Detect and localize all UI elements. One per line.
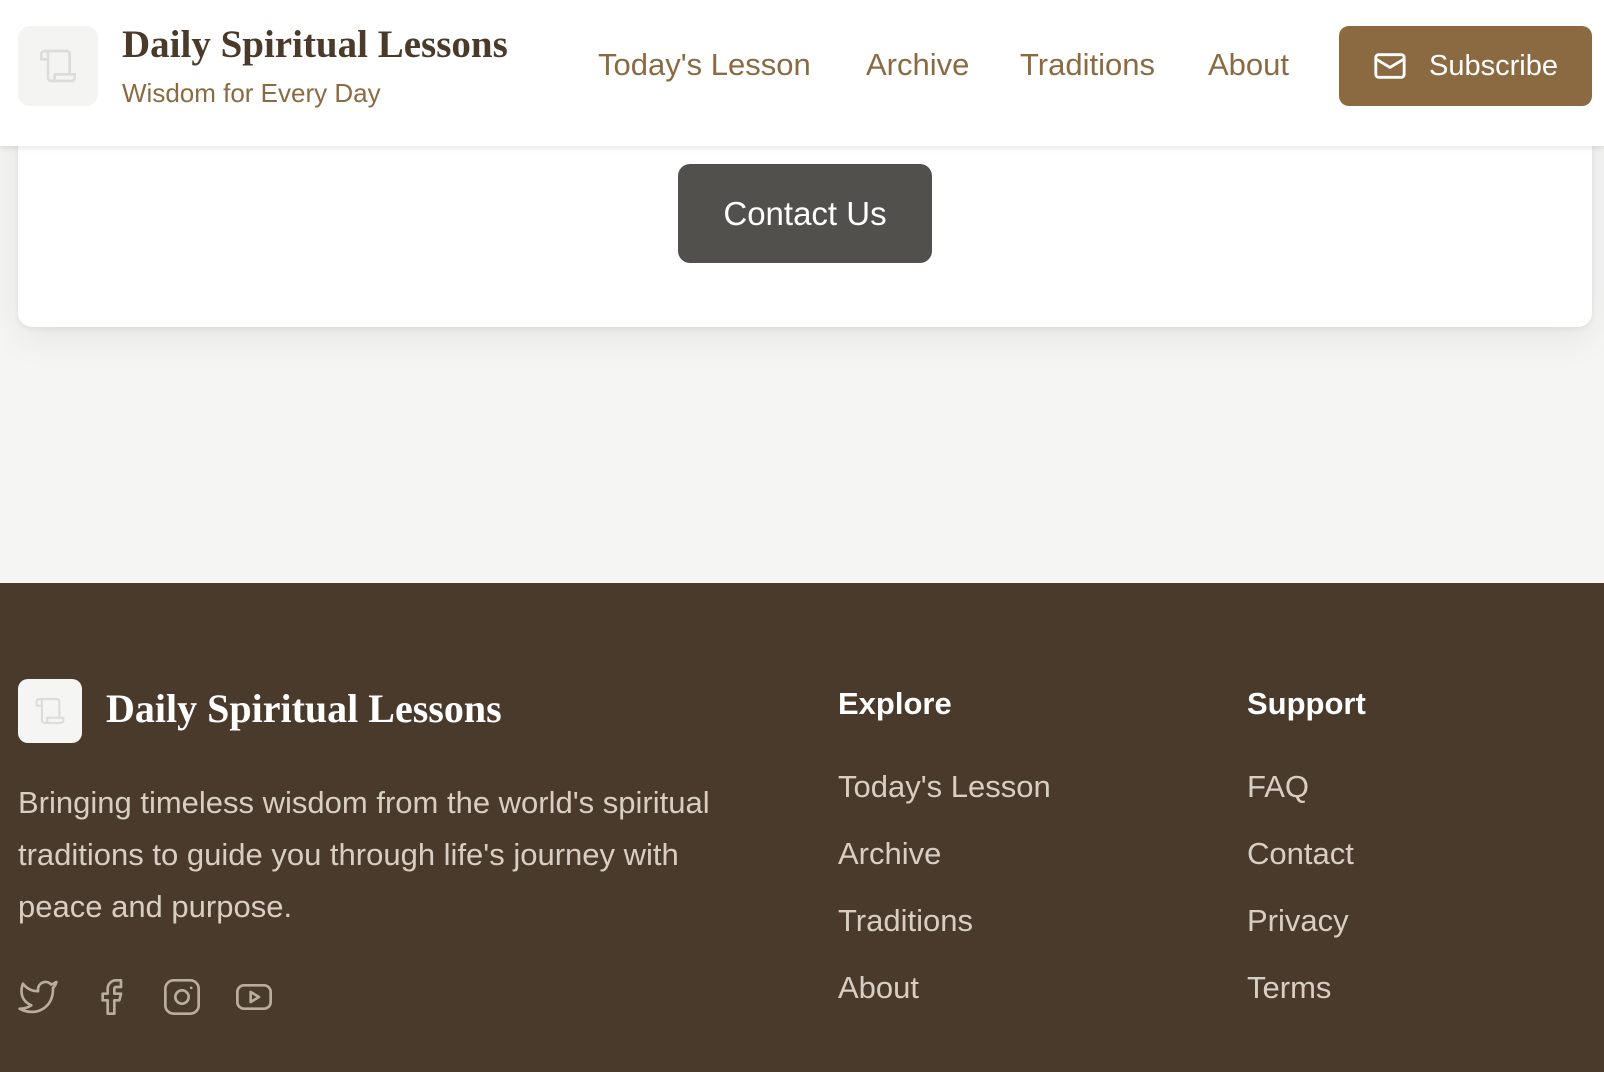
nav-archive[interactable]: Archive	[866, 47, 969, 83]
youtube-icon[interactable]	[234, 977, 274, 1017]
site-footer: Daily Spiritual Lessons Bringing timeles…	[0, 583, 1604, 1072]
mail-icon	[1374, 53, 1406, 79]
twitter-icon[interactable]	[18, 977, 58, 1017]
footer-brand: Daily Spiritual Lessons	[106, 686, 502, 731]
footer-link-about[interactable]: About	[838, 970, 919, 1006]
subscribe-label: Subscribe	[1429, 49, 1558, 82]
subscribe-button[interactable]: Subscribe	[1339, 26, 1592, 106]
scroll-icon	[40, 49, 76, 83]
support-heading: Support	[1247, 686, 1366, 721]
footer-link-faq[interactable]: FAQ	[1247, 769, 1309, 805]
instagram-icon[interactable]	[162, 977, 202, 1017]
footer-link-terms[interactable]: Terms	[1247, 970, 1331, 1006]
footer-link-archive[interactable]: Archive	[838, 836, 941, 872]
footer-description: Bringing timeless wisdom from the world'…	[18, 785, 710, 924]
facebook-icon[interactable]	[91, 977, 131, 1017]
footer-logo[interactable]	[18, 679, 82, 743]
site-header: Daily Spiritual Lessons Wisdom for Every…	[0, 0, 1604, 146]
scroll-icon	[35, 697, 65, 725]
logo[interactable]	[18, 26, 98, 106]
site-tagline: Wisdom for Every Day	[122, 78, 381, 108]
footer-link-traditions[interactable]: Traditions	[838, 903, 973, 939]
footer-link-contact[interactable]: Contact	[1247, 836, 1354, 872]
footer-link-privacy[interactable]: Privacy	[1247, 903, 1349, 939]
explore-heading: Explore	[838, 686, 952, 721]
contact-us-label: Contact Us	[723, 194, 887, 232]
contact-us-button[interactable]: Contact Us	[678, 164, 932, 263]
nav-todays-lesson[interactable]: Today's Lesson	[598, 47, 811, 83]
nav-traditions[interactable]: Traditions	[1020, 47, 1155, 83]
nav-about[interactable]: About	[1208, 47, 1289, 83]
footer-link-todays-lesson[interactable]: Today's Lesson	[838, 769, 1051, 805]
site-title[interactable]: Daily Spiritual Lessons	[122, 22, 508, 67]
